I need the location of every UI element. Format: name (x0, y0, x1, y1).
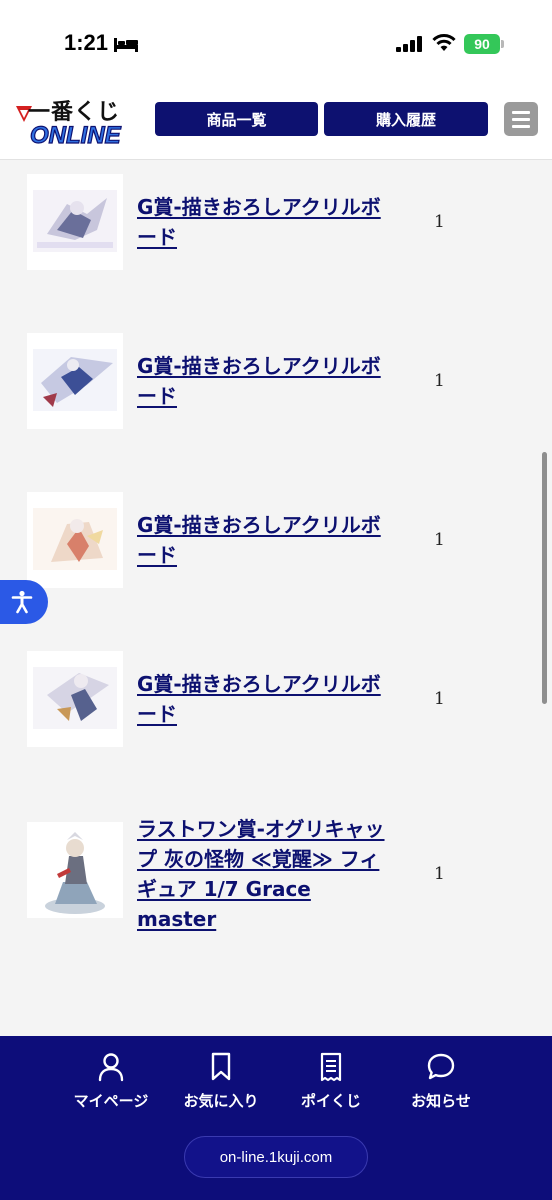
url-bar[interactable]: on-line.1kuji.com (184, 1136, 368, 1178)
acrylic-board-thumbnail[interactable] (27, 174, 123, 270)
status-bar: 1:21 90 (0, 0, 552, 84)
cellular-signal-icon (396, 36, 422, 52)
scrollbar[interactable] (542, 452, 547, 704)
accessibility-button[interactable] (0, 580, 48, 624)
battery-indicator: 90 (464, 34, 506, 54)
purchase-history-button[interactable]: 購入履歴 (324, 102, 488, 136)
acrylic-board-thumbnail[interactable] (27, 492, 123, 588)
nav-favorites-label: お気に入り (183, 1092, 259, 1110)
user-icon (98, 1053, 124, 1082)
nav-news[interactable]: お知らせ (386, 1052, 496, 1111)
item-quantity: 1 (434, 689, 445, 709)
products-list-button[interactable]: 商品一覧 (155, 102, 318, 136)
logo-text-bottom: ONLINE (29, 121, 121, 149)
speech-bubble-icon (427, 1053, 455, 1080)
nav-poikuji-label: ポイくじ (300, 1092, 361, 1110)
item-title-link[interactable]: ラストワン賞-オグリキャップ 灰の怪物 ≪覚醒≫ フィギュア 1/7 Grace… (137, 814, 387, 934)
bookmark-icon (211, 1052, 231, 1081)
item-quantity: 1 (434, 371, 445, 391)
acrylic-board-thumbnail[interactable] (27, 333, 123, 429)
figure-thumbnail[interactable] (27, 822, 123, 918)
item-quantity: 1 (434, 212, 445, 232)
status-time: 1:21 (64, 30, 109, 55)
item-quantity: 1 (434, 864, 445, 884)
item-quantity: 1 (434, 530, 445, 550)
bottom-navigation: マイページ お気に入り ポイくじ お知らせ on-line.1kuji.com (0, 1036, 552, 1200)
item-title-link[interactable]: G賞-描きおろしアクリルボード (137, 510, 387, 570)
site-header: 一番くじ ONLINE 商品一覧 購入履歴 (0, 84, 552, 160)
acrylic-board-thumbnail[interactable] (27, 651, 123, 747)
hamburger-menu-icon[interactable] (504, 102, 538, 136)
ichiban-kuji-online-logo[interactable]: 一番くじ ONLINE (14, 94, 138, 152)
item-title-link[interactable]: G賞-描きおろしアクリルボード (137, 669, 387, 729)
nav-favorites[interactable]: お気に入り (166, 1052, 276, 1111)
item-title-link[interactable]: G賞-描きおろしアクリルボード (137, 192, 387, 252)
accessibility-icon (11, 590, 33, 614)
item-title-link[interactable]: G賞-描きおろしアクリルボード (137, 351, 387, 411)
wifi-icon (432, 34, 456, 51)
sleep-focus-icon (114, 38, 138, 52)
receipt-icon (320, 1052, 342, 1082)
nav-poikuji[interactable]: ポイくじ (276, 1052, 386, 1111)
nav-mypage-label: マイページ (73, 1092, 149, 1110)
battery-level: 90 (474, 36, 490, 52)
purchase-item-list: G賞-描きおろしアクリルボード 1 G賞-描きおろしアクリルボード 1 G賞-描… (0, 160, 552, 1036)
nav-mypage[interactable]: マイページ (56, 1052, 166, 1111)
nav-news-label: お知らせ (411, 1092, 471, 1110)
